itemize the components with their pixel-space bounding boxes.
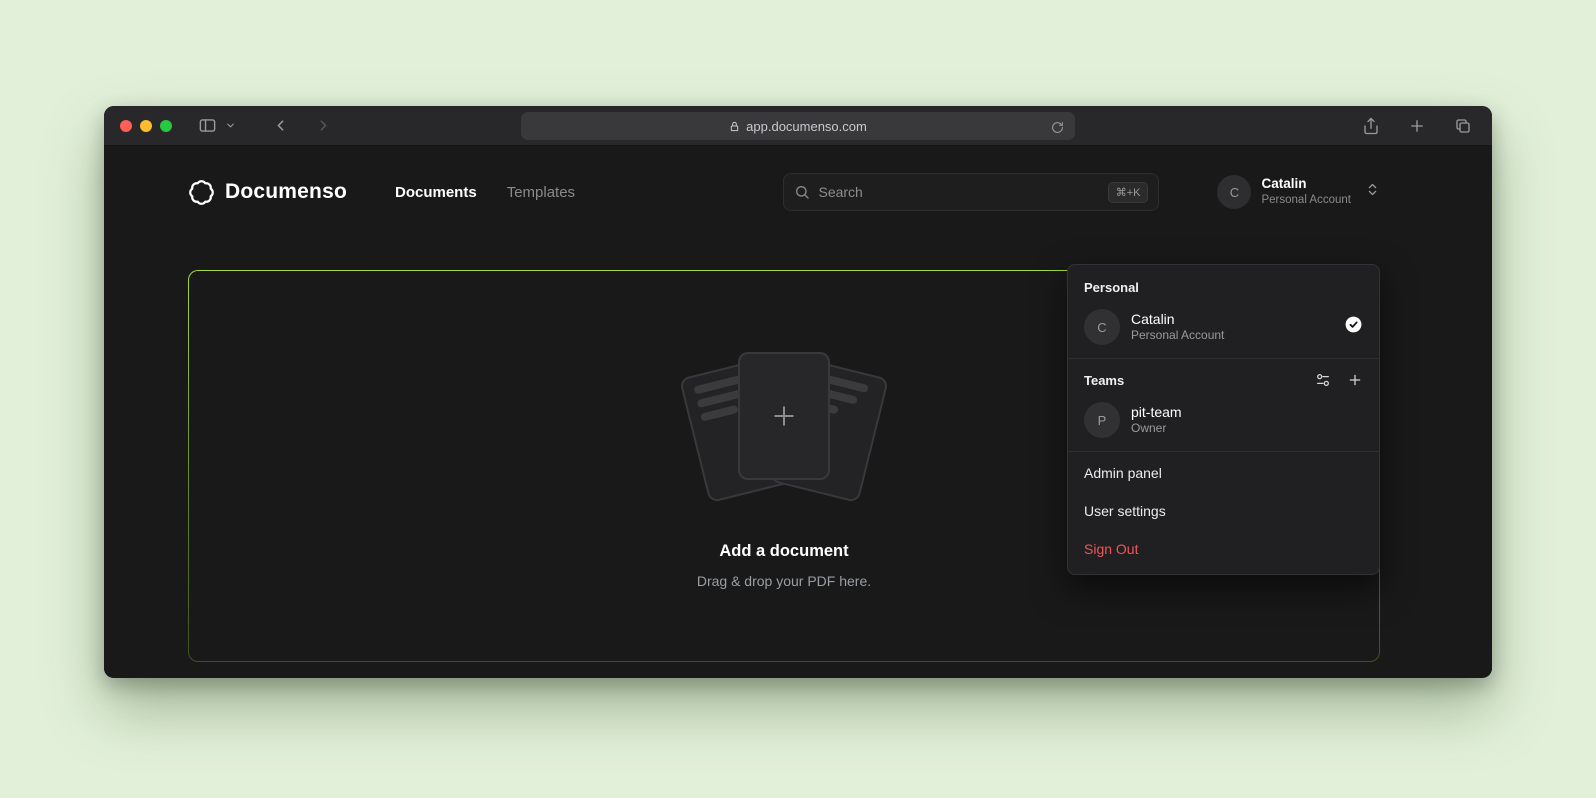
document-card-front [738, 352, 830, 480]
tab-overview-icon[interactable] [1450, 113, 1476, 139]
personal-section-label: Personal [1068, 269, 1379, 302]
browser-chrome: app.documenso.com [104, 106, 1492, 146]
dropzone-subtitle: Drag & drop your PDF here. [697, 573, 871, 589]
sidebar-toggle-icon[interactable] [194, 112, 221, 139]
zoom-window-button[interactable] [160, 120, 172, 132]
dropzone-content: Add a document Drag & drop your PDF here… [679, 352, 889, 589]
document-cards-illustration [679, 352, 889, 502]
team-name: pit-team [1131, 403, 1182, 421]
search-icon [794, 184, 810, 200]
minimize-window-button[interactable] [140, 120, 152, 132]
documenso-logo-icon [188, 179, 215, 206]
brand-name: Documenso [225, 180, 347, 204]
plus-icon [769, 401, 799, 431]
nav-item-templates[interactable]: Templates [507, 184, 575, 201]
forward-button[interactable] [311, 113, 336, 138]
search-shortcut-badge: ⌘+K [1108, 182, 1149, 203]
menu-item-user-settings[interactable]: User settings [1068, 492, 1379, 530]
menu-item-personal-account[interactable]: C Catalin Personal Account [1068, 302, 1379, 356]
selected-check-icon [1344, 315, 1363, 339]
dropzone-title: Add a document [719, 542, 848, 561]
search-input[interactable] [818, 184, 1099, 200]
personal-account-avatar: C [1084, 309, 1120, 345]
app-content: Documenso Documents Templates ⌘+K C Cata… [104, 146, 1492, 677]
teams-section-label: Teams [1084, 373, 1124, 388]
menu-item-team-pit-team[interactable]: P pit-team Owner [1068, 395, 1379, 449]
menu-item-admin-panel[interactable]: Admin panel [1068, 454, 1379, 492]
menu-divider [1068, 451, 1379, 452]
team-avatar: P [1084, 402, 1120, 438]
url-text: app.documenso.com [746, 119, 867, 134]
personal-account-name: Catalin [1131, 310, 1224, 328]
chevrons-up-down-icon [1365, 182, 1380, 202]
nav-item-documents[interactable]: Documents [395, 184, 477, 201]
account-dropdown-menu: Personal C Catalin Personal Account Team… [1067, 264, 1380, 575]
add-team-icon[interactable] [1347, 372, 1363, 388]
search-box[interactable]: ⌘+K [783, 173, 1159, 211]
close-window-button[interactable] [120, 120, 132, 132]
traffic-lights [120, 120, 172, 132]
account-menu-trigger[interactable]: C Catalin Personal Account [1217, 175, 1380, 209]
personal-account-subtitle: Personal Account [1131, 328, 1224, 344]
team-role: Owner [1131, 421, 1182, 437]
share-icon[interactable] [1358, 113, 1384, 139]
account-name: Catalin [1261, 176, 1351, 193]
sidebar-chevron-down-icon[interactable] [221, 116, 240, 135]
account-subtitle: Personal Account [1261, 193, 1351, 207]
address-bar[interactable]: app.documenso.com [521, 112, 1075, 140]
manage-teams-icon[interactable] [1315, 372, 1331, 388]
account-avatar: C [1217, 175, 1251, 209]
back-button[interactable] [268, 113, 293, 138]
lock-icon [729, 121, 740, 132]
menu-divider [1068, 358, 1379, 359]
brand[interactable]: Documenso [188, 179, 347, 206]
browser-window: app.documenso.com Documenso D [104, 106, 1492, 678]
reload-icon[interactable] [1047, 117, 1068, 138]
teams-section-header: Teams [1068, 361, 1379, 395]
menu-item-sign-out[interactable]: Sign Out [1068, 530, 1379, 568]
new-tab-icon[interactable] [1404, 113, 1430, 139]
main-nav: Documents Templates [395, 184, 575, 201]
app-header: Documenso Documents Templates ⌘+K C Cata… [104, 146, 1492, 212]
